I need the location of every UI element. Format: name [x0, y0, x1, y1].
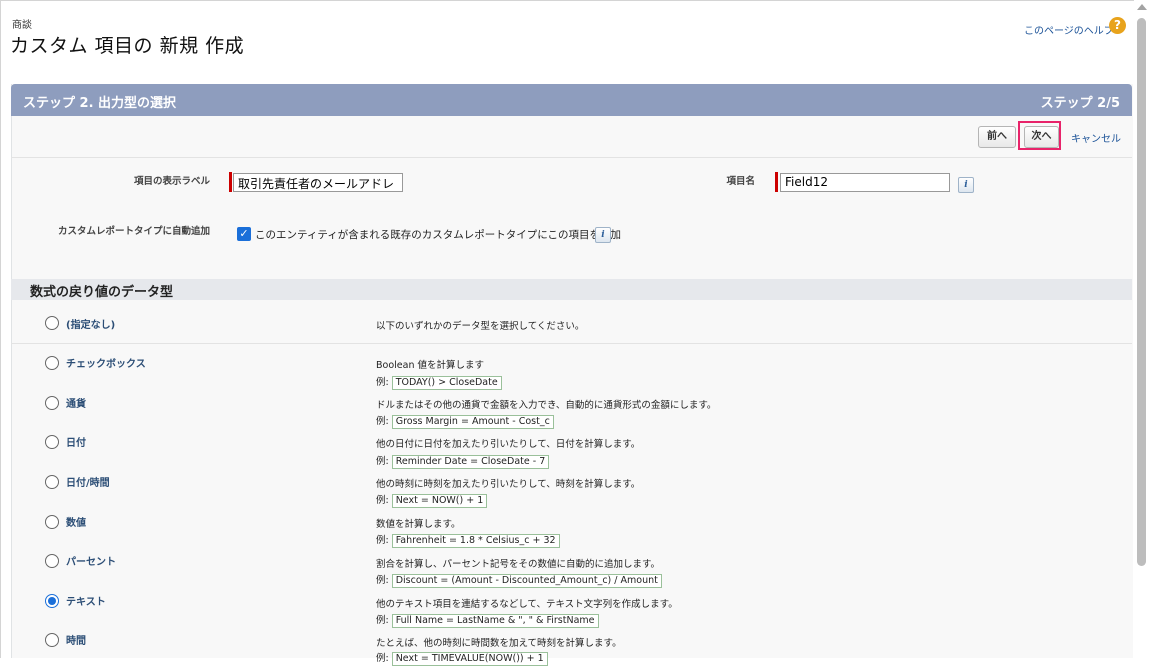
example: 例: Gross Margin = Amount - Cost_c — [376, 413, 554, 429]
example-prefix: 例: — [376, 495, 389, 506]
example-formula: Fahrenheit = 1.8 * Celsius_c + 32 — [391, 534, 560, 548]
info-icon[interactable]: i — [958, 177, 974, 193]
example-prefix: 例: — [376, 456, 389, 467]
option-label-none[interactable]: (指定なし) — [66, 316, 115, 331]
step-indicator: ステップ 2/5 — [1040, 96, 1120, 111]
example-prefix: 例: — [376, 377, 389, 388]
info-icon[interactable]: i — [595, 227, 611, 243]
option-label[interactable]: 日付/時間 — [66, 474, 110, 489]
prev-button[interactable]: 前へ — [978, 126, 1016, 148]
example-formula: Next = TIMEVALUE(NOW()) + 1 — [391, 652, 548, 666]
field-label-label: 項目の表示ラベル — [133, 176, 210, 187]
next-button[interactable]: 次へ — [1024, 126, 1059, 148]
example: 例: TODAY() > CloseDate — [376, 374, 502, 390]
left-border — [0, 0, 1, 658]
option-label[interactable]: 時間 — [66, 632, 86, 647]
example: 例: Reminder Date = CloseDate - 7 — [376, 453, 550, 469]
scroll-thumb[interactable] — [1137, 18, 1146, 566]
option-desc: 他の時刻に時刻を加えたり引いたりして、時刻を計算します。 — [376, 479, 641, 490]
auto-add-label: カスタムレポートタイプに自動追加 — [57, 226, 210, 237]
option-desc: ドルまたはその他の通貨で金額を入力でき、自動的に通貨形式の金額にします。 — [376, 400, 717, 411]
help-icon[interactable]: ? — [1109, 17, 1126, 34]
option-desc: 他の日付に日付を加えたり引いたりして、日付を計算します。 — [376, 439, 641, 450]
required-indicator — [775, 172, 778, 192]
option-label[interactable]: パーセント — [66, 553, 116, 568]
radio-none[interactable] — [45, 316, 59, 330]
option-label[interactable]: 通貨 — [66, 395, 86, 410]
top-border — [0, 0, 1163, 1]
example: 例: Next = NOW() + 1 — [376, 492, 488, 508]
panel-header: ステップ 2. 出力型の選択 ステップ 2/5 — [11, 84, 1132, 116]
step-title: ステップ 2. 出力型の選択 — [23, 96, 177, 111]
option-desc: Boolean 値を計算します — [376, 360, 484, 371]
radio-date-type[interactable] — [45, 435, 59, 449]
option-label[interactable]: チェックボックス — [66, 355, 146, 370]
divider — [11, 157, 1132, 158]
example-prefix: 例: — [376, 535, 389, 546]
option-desc: 割合を計算し、パーセント記号をその数値に自動的に追加します。 — [376, 559, 661, 570]
section-title: 数式の戻り値のデータ型 — [30, 285, 174, 300]
option-desc: たとえば、他の時刻に時間数を加えて時刻を計算します。 — [376, 638, 622, 649]
page-title: カスタム 項目の 新規 作成 — [10, 35, 245, 57]
radio-currency-type[interactable] — [45, 396, 59, 410]
radio-text-type[interactable] — [45, 594, 59, 608]
divider — [11, 343, 1132, 344]
example-prefix: 例: — [376, 615, 389, 626]
field-name-label: 項目名 — [726, 176, 755, 187]
option-label[interactable]: 日付 — [66, 434, 86, 449]
option-desc-none: 以下のいずれかのデータ型を選択してください。 — [376, 321, 585, 332]
example-prefix: 例: — [376, 416, 389, 427]
cancel-link[interactable]: キャンセル — [1071, 130, 1121, 145]
example-formula: Reminder Date = CloseDate - 7 — [391, 455, 550, 469]
example-prefix: 例: — [376, 653, 389, 664]
help-link[interactable]: このページのヘルプ — [1024, 22, 1114, 37]
example-prefix: 例: — [376, 575, 389, 586]
radio-percent-type[interactable] — [45, 554, 59, 568]
example: 例: Fahrenheit = 1.8 * Celsius_c + 32 — [376, 532, 560, 548]
field-name-input[interactable]: Field12 — [780, 173, 950, 192]
radio-time-type[interactable] — [45, 633, 59, 647]
radio-datetime-type[interactable] — [45, 475, 59, 489]
option-label[interactable]: テキスト — [66, 593, 106, 608]
example-formula: Next = NOW() + 1 — [391, 494, 488, 508]
example: 例: Next = TIMEVALUE(NOW()) + 1 — [376, 650, 548, 666]
breadcrumb: 商談 — [12, 20, 32, 31]
section-header — [11, 279, 1132, 300]
required-indicator — [229, 172, 232, 192]
option-desc: 他のテキスト項目を連結するなどして、テキスト文字列を作成します。 — [376, 599, 678, 610]
example: 例: Discount = (Amount - Discounted_Amount… — [376, 572, 662, 588]
field-label-input[interactable]: 取引先責任者のメールアドレ — [233, 173, 403, 192]
auto-add-checkbox[interactable]: ✓ — [237, 227, 251, 241]
option-label[interactable]: 数値 — [66, 514, 86, 529]
example-formula: TODAY() > CloseDate — [391, 376, 502, 390]
example-formula: Full Name = LastName & ", " & FirstName — [391, 614, 599, 628]
example-formula: Discount = (Amount - Discounted_Amount_c… — [391, 574, 662, 588]
radio-number-type[interactable] — [45, 515, 59, 529]
example-formula: Gross Margin = Amount - Cost_c — [391, 415, 554, 429]
auto-add-checkbox-label[interactable]: このエンティティが含まれる既存のカスタムレポートタイプにこの項目を追加 — [255, 227, 621, 242]
radio-checkbox-type[interactable] — [45, 356, 59, 370]
scroll-up-arrow-icon[interactable] — [1137, 4, 1147, 10]
example: 例: Full Name = LastName & ", " & FirstNam… — [376, 612, 599, 628]
option-desc: 数値を計算します。 — [376, 519, 461, 530]
